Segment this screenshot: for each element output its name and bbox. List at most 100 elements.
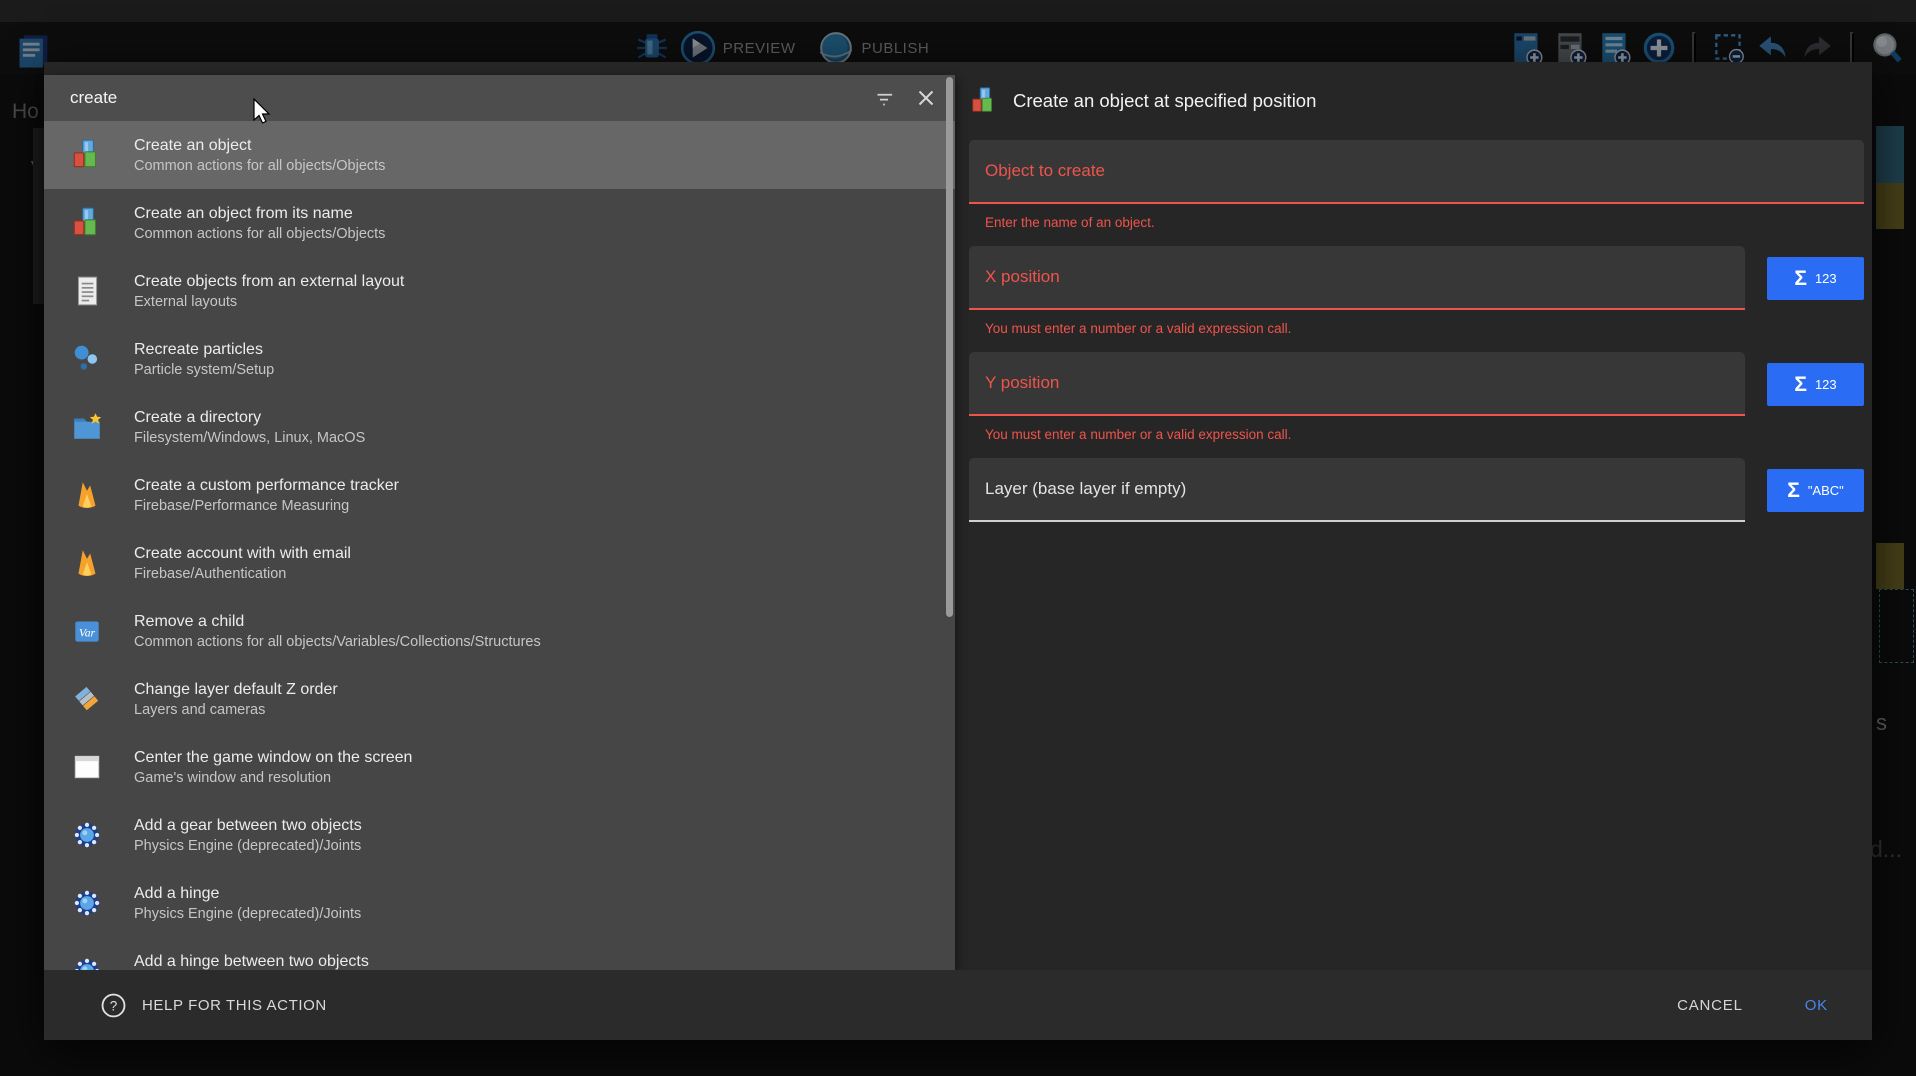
expression-type-label: "ABC" xyxy=(1808,483,1844,498)
action-title: Create an object xyxy=(134,135,385,156)
parameter-helper-text: You must enter a number or a valid expre… xyxy=(969,321,1864,336)
parameter-row: Layer (base layer if empty) Σ "ABC" xyxy=(969,458,1864,522)
footer-actions: CANCEL OK xyxy=(1677,997,1828,1014)
action-icon xyxy=(70,138,104,172)
action-text: Create a custom performance tracker Fire… xyxy=(134,475,399,516)
action-text: Create objects from an external layout E… xyxy=(134,271,404,312)
action-subtitle: Firebase/Authentication xyxy=(134,564,351,584)
action-title: Remove a child xyxy=(134,611,541,632)
parameter-label: Object to create xyxy=(985,161,1105,181)
close-icon xyxy=(913,85,939,111)
action-list-item[interactable]: Change layer default Z order Layers and … xyxy=(44,665,955,733)
parameter-label: Y position xyxy=(985,373,1059,393)
parameter-row: Y position Σ 123 You must enter a number… xyxy=(969,352,1864,442)
action-text: Create an object from its name Common ac… xyxy=(134,203,385,244)
action-list-item[interactable]: Create an object Common actions for all … xyxy=(44,121,955,189)
ok-button[interactable]: OK xyxy=(1805,997,1828,1014)
action-title: Recreate particles xyxy=(134,339,274,360)
action-list-item[interactable]: Create account with with email Firebase/… xyxy=(44,529,955,597)
action-title: Create account with with email xyxy=(134,543,351,564)
action-list-item[interactable]: Add a hinge Physics Engine (deprecated)/… xyxy=(44,869,955,937)
expression-type-label: 123 xyxy=(1815,377,1837,392)
action-subtitle: External layouts xyxy=(134,292,404,312)
action-text: Center the game window on the screen Gam… xyxy=(134,747,412,788)
expression-builder-button[interactable]: Σ 123 xyxy=(1767,363,1864,406)
action-subtitle: Layers and cameras xyxy=(134,700,338,720)
action-text: Add a hinge between two objects Physics … xyxy=(134,951,369,971)
action-list-item[interactable]: Create a custom performance tracker Fire… xyxy=(44,461,955,529)
filter-button[interactable] xyxy=(855,85,897,111)
help-label: HELP FOR THIS ACTION xyxy=(142,997,327,1014)
action-list-item[interactable]: Remove a child Common actions for all ob… xyxy=(44,597,955,665)
expression-builder-button[interactable]: Σ 123 xyxy=(1767,257,1864,300)
action-subtitle: Game's window and resolution xyxy=(134,768,412,788)
parameter-row: Object to create Σ Enter the name of an … xyxy=(969,140,1864,230)
action-title: Add a hinge xyxy=(134,883,361,904)
action-title: Create objects from an external layout xyxy=(134,271,404,292)
action-title: Center the game window on the screen xyxy=(134,747,412,768)
action-icon xyxy=(70,478,104,512)
instruction-editor-dialog: Create an object Common actions for all … xyxy=(44,62,1872,1040)
action-icon xyxy=(70,682,104,716)
action-search-panel: Create an object Common actions for all … xyxy=(44,75,955,970)
action-subtitle: Common actions for all objects/Objects xyxy=(134,156,385,176)
action-icon xyxy=(70,818,104,852)
dialog-footer: HELP FOR THIS ACTION CANCEL OK xyxy=(44,970,1872,1040)
app-window: PREVIEW PUBLISH Ho ▼ s d... xyxy=(0,0,1916,1076)
action-icon xyxy=(70,410,104,444)
expression-type-label: 123 xyxy=(1815,271,1837,286)
action-list-item[interactable]: Create an object from its name Common ac… xyxy=(44,189,955,257)
parameter-helper-text: Enter the name of an object. xyxy=(969,215,1864,230)
action-title: Change layer default Z order xyxy=(134,679,338,700)
parameter-input[interactable]: Layer (base layer if empty) xyxy=(969,458,1745,522)
action-subtitle: Common actions for all objects/Objects xyxy=(134,224,385,244)
menu-bar xyxy=(0,0,1916,22)
results-scrollbar[interactable] xyxy=(946,77,953,617)
parameter-label: Layer (base layer if empty) xyxy=(985,479,1186,499)
action-text: Create a directory Filesystem/Windows, L… xyxy=(134,407,365,448)
cancel-button[interactable]: CANCEL xyxy=(1677,997,1743,1014)
action-icon xyxy=(70,206,104,240)
action-text: Remove a child Common actions for all ob… xyxy=(134,611,541,652)
action-list-item[interactable]: Add a hinge between two objects Physics … xyxy=(44,937,955,970)
action-title: Add a hinge between two objects xyxy=(134,951,369,971)
action-title: Create a custom performance tracker xyxy=(134,475,399,496)
action-icon xyxy=(70,750,104,784)
action-title: Create a directory xyxy=(134,407,365,428)
dialog-title: Create an object at specified position xyxy=(1013,90,1316,112)
action-results-list: Create an object Common actions for all … xyxy=(44,121,955,970)
objects-cubes-icon xyxy=(969,86,999,116)
action-list-item[interactable]: Add a gear between two objects Physics E… xyxy=(44,801,955,869)
filter-icon xyxy=(871,85,897,111)
action-icon xyxy=(70,614,104,648)
parameter-helper-text: You must enter a number or a valid expre… xyxy=(969,427,1864,442)
parameter-input[interactable]: Y position xyxy=(969,352,1745,416)
help-button[interactable]: HELP FOR THIS ACTION xyxy=(100,992,327,1019)
action-parameters-panel: Create an object at specified position O… xyxy=(955,62,1872,970)
action-list-item[interactable]: Recreate particles Particle system/Setup xyxy=(44,325,955,393)
action-text: Add a gear between two objects Physics E… xyxy=(134,815,362,856)
sigma-icon: Σ xyxy=(1794,268,1807,289)
action-list-item[interactable]: Create objects from an external layout E… xyxy=(44,257,955,325)
dialog-header: Create an object at specified position xyxy=(969,62,1864,140)
action-icon xyxy=(70,954,104,970)
help-question-icon xyxy=(100,992,127,1019)
action-icon xyxy=(70,886,104,920)
parameter-input[interactable]: Object to create xyxy=(969,140,1864,204)
action-title: Add a gear between two objects xyxy=(134,815,362,836)
action-list-item[interactable]: Create a directory Filesystem/Windows, L… xyxy=(44,393,955,461)
action-text: Create an object Common actions for all … xyxy=(134,135,385,176)
action-list-item[interactable]: Center the game window on the screen Gam… xyxy=(44,733,955,801)
action-subtitle: Filesystem/Windows, Linux, MacOS xyxy=(134,428,365,448)
expression-builder-button[interactable]: Σ "ABC" xyxy=(1767,469,1864,512)
sigma-icon: Σ xyxy=(1787,480,1800,501)
action-subtitle: Physics Engine (deprecated)/Joints xyxy=(134,836,362,856)
search-header xyxy=(44,75,955,121)
search-input[interactable] xyxy=(70,88,855,108)
action-subtitle: Common actions for all objects/Variables… xyxy=(134,632,541,652)
parameter-row: X position Σ 123 You must enter a number… xyxy=(969,246,1864,336)
close-search-button[interactable] xyxy=(897,85,939,111)
action-text: Change layer default Z order Layers and … xyxy=(134,679,338,720)
action-icon xyxy=(70,546,104,580)
parameter-input[interactable]: X position xyxy=(969,246,1745,310)
